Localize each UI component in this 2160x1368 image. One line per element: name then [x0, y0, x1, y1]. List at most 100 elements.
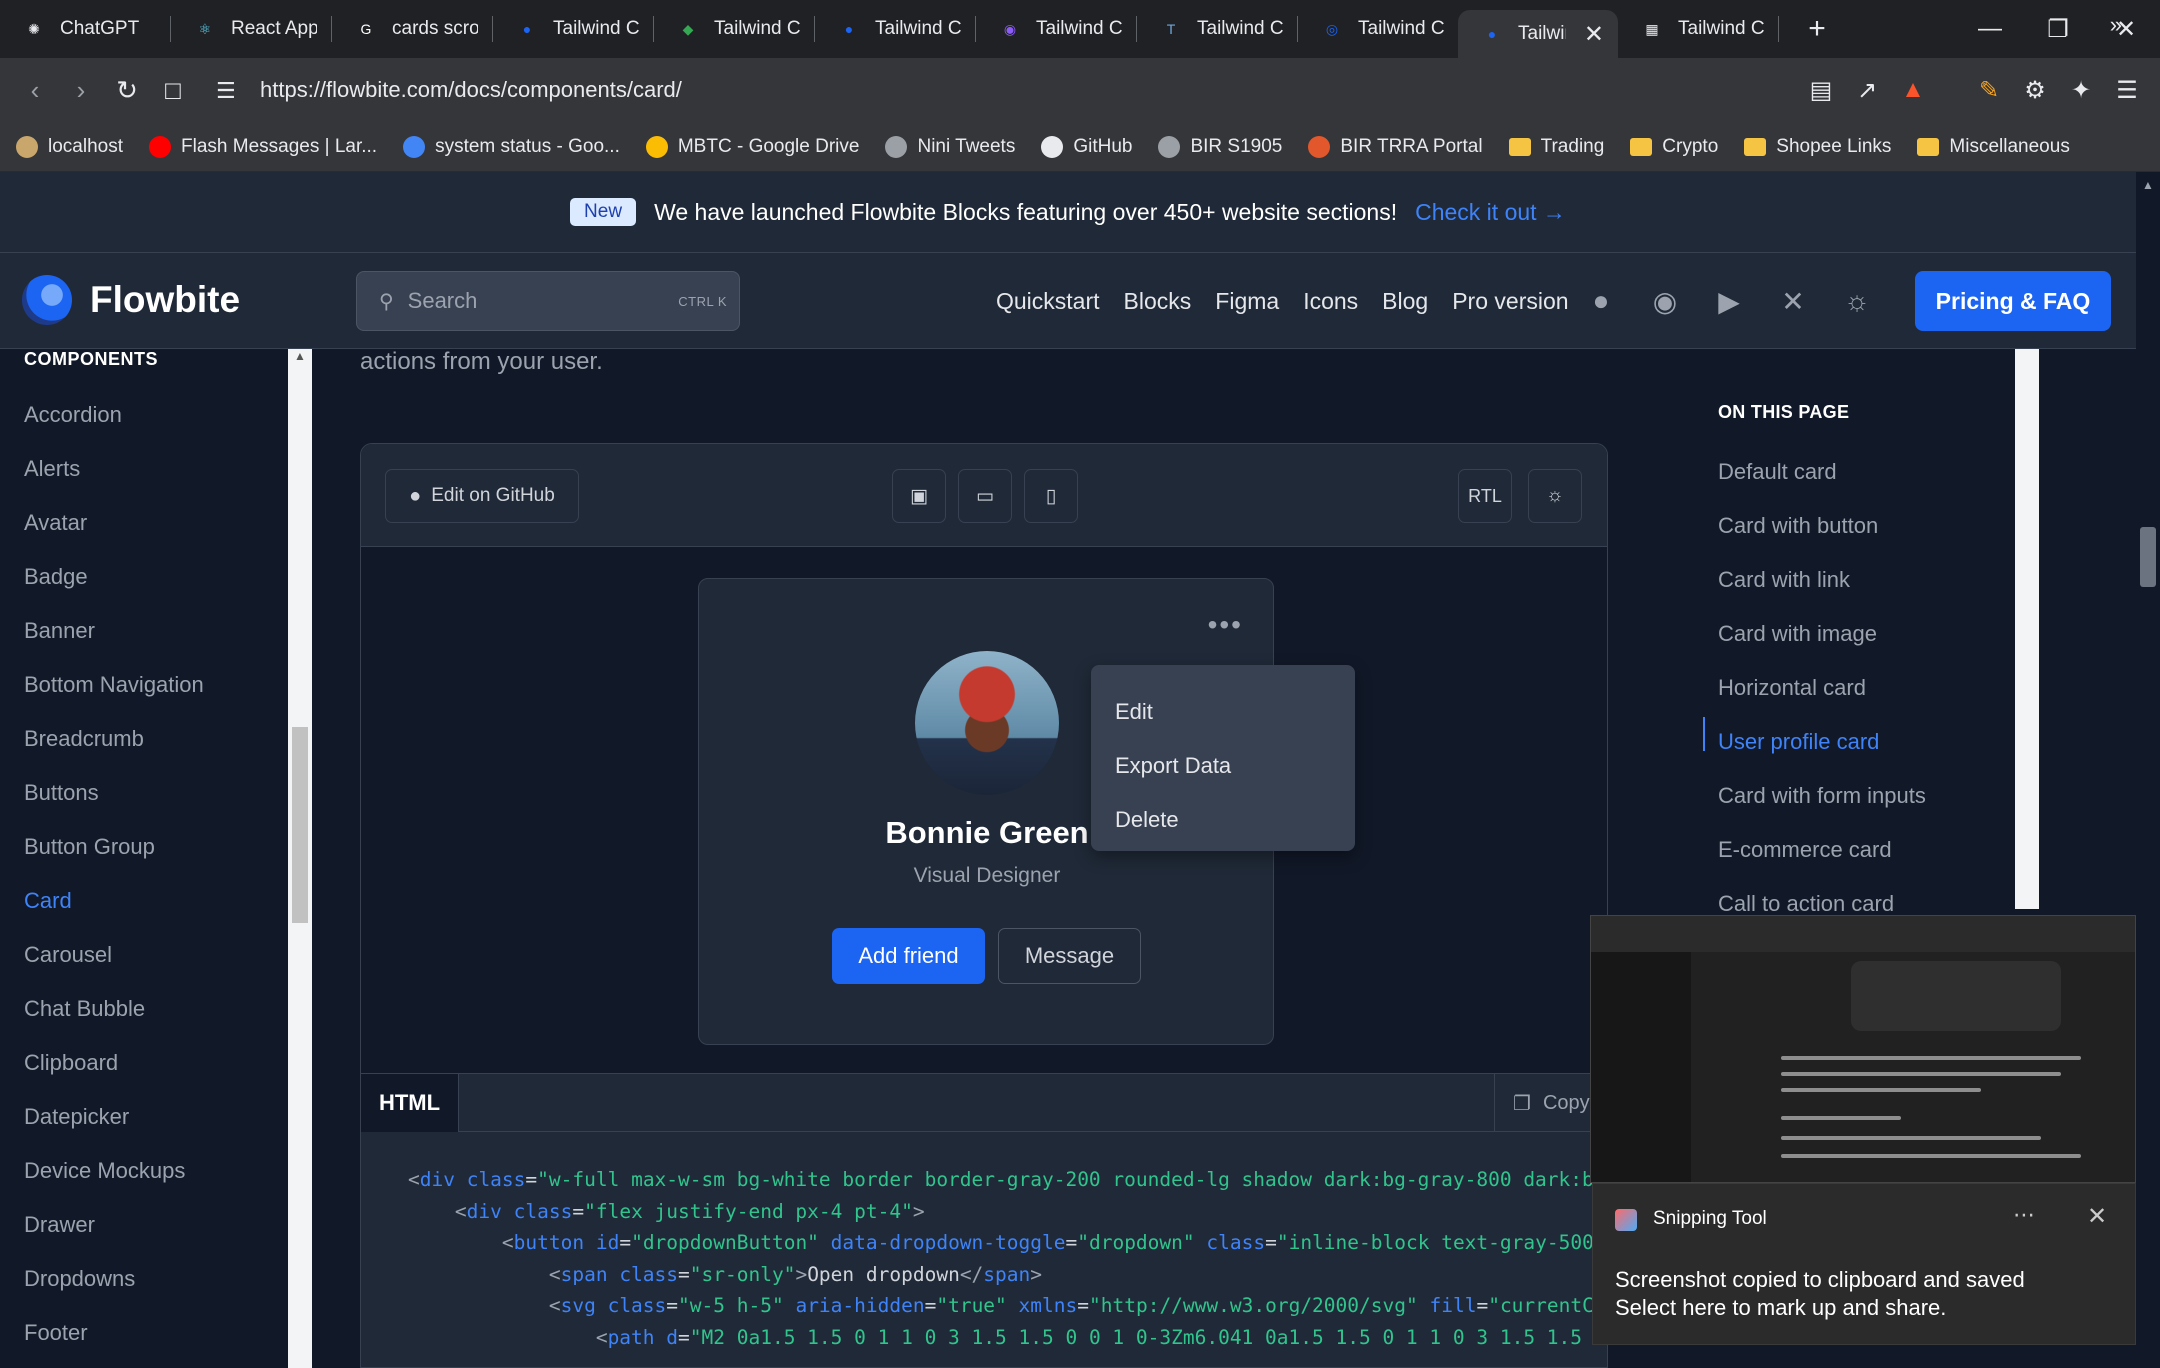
bookmark-item[interactable]: MBTC - Google Drive	[645, 135, 859, 158]
sidebar-item-banner[interactable]: Banner	[24, 604, 204, 658]
restore-icon[interactable]: ❐	[2024, 15, 2092, 44]
bookmark-item[interactable]: system status - Goo...	[403, 135, 620, 158]
toc-item-e-commerce-card[interactable]: E-commerce card	[1718, 823, 1926, 877]
browser-tab[interactable]: ● Tailwin ✕	[1458, 10, 1618, 58]
sidebar-item-card[interactable]: Card	[24, 874, 204, 928]
url-field[interactable]: https://flowbite.com/docs/components/car…	[260, 58, 682, 122]
brand-logo[interactable]: Flowbite	[22, 275, 240, 325]
close-tab-icon[interactable]: ✕	[1584, 20, 1604, 49]
browser-tab[interactable]: ● Tailwind CS	[815, 0, 975, 58]
share-icon[interactable]: ↗	[1844, 76, 1890, 105]
theme-toggle-icon[interactable]: ☼	[1836, 285, 1878, 317]
sidebar-item-alerts[interactable]: Alerts	[24, 442, 204, 496]
toc-item-card-with-image[interactable]: Card with image	[1718, 607, 1926, 661]
close-window-icon[interactable]: ✕	[2092, 15, 2160, 44]
browser-tab[interactable]: ✺ ChatGPT	[0, 0, 170, 58]
minimize-icon[interactable]: —	[1956, 15, 2024, 43]
new-tab-button[interactable]: +	[1795, 12, 1839, 46]
bookmark-item[interactable]: GitHub	[1041, 135, 1132, 158]
browser-tab[interactable]: ◉ Tailwind CS	[976, 0, 1136, 58]
bookmark-item[interactable]: localhost	[16, 135, 123, 158]
toc-item-card-with-button[interactable]: Card with button	[1718, 499, 1926, 553]
sidebar-item-footer[interactable]: Footer	[24, 1306, 204, 1360]
pen-icon[interactable]: ✎	[1966, 76, 2012, 105]
toc-scrollbar[interactable]	[2015, 349, 2039, 909]
nav-link-figma[interactable]: Figma	[1215, 288, 1279, 315]
close-icon[interactable]: ✕	[2087, 1202, 2107, 1231]
mobile-view-button[interactable]: ▯	[1024, 469, 1078, 523]
sidebar-item-buttons[interactable]: Buttons	[24, 766, 204, 820]
browser-tab[interactable]: Gcards scroll	[332, 0, 492, 58]
toc-item-card-with-form-inputs[interactable]: Card with form inputs	[1718, 769, 1926, 823]
toc-item-card-with-link[interactable]: Card with link	[1718, 553, 1926, 607]
back-icon[interactable]: ‹	[12, 75, 58, 106]
desktop-view-button[interactable]: ▣	[892, 469, 946, 523]
browser-tab[interactable]: T Tailwind CS	[1137, 0, 1297, 58]
sidebar-item-device-mockups[interactable]: Device Mockups	[24, 1144, 204, 1198]
preview-theme-button[interactable]: ☼	[1528, 469, 1582, 523]
x-icon[interactable]: ✕	[1772, 285, 1814, 318]
bookmark-item[interactable]: BIR TRRA Portal	[1308, 135, 1483, 158]
forward-icon[interactable]: ›	[58, 75, 104, 106]
bookmark-icon[interactable]: □	[150, 75, 196, 106]
scroll-up-icon[interactable]: ▲	[2142, 178, 2154, 192]
browser-tab[interactable]: ● Tailwind CS	[493, 0, 653, 58]
page-scroll-thumb[interactable]	[2140, 527, 2156, 587]
reader-icon[interactable]: ▤	[1798, 76, 1844, 105]
dropdown-item-delete[interactable]: Delete	[1091, 793, 1355, 847]
toc-item-horizontal-card[interactable]: Horizontal card	[1718, 661, 1926, 715]
sidebar-item-chat-bubble[interactable]: Chat Bubble	[24, 982, 204, 1036]
bookmark-item[interactable]: Flash Messages | Lar...	[149, 135, 377, 158]
dropdown-item-edit[interactable]: Edit	[1091, 685, 1355, 739]
nav-link-blocks[interactable]: Blocks	[1124, 288, 1192, 315]
browser-tab[interactable]: ◆ Tailwind Car	[654, 0, 814, 58]
extensions-icon[interactable]: ✦	[2058, 76, 2104, 105]
github-icon[interactable]: ●	[1580, 285, 1622, 317]
site-settings-icon[interactable]: ☰	[216, 78, 236, 104]
reload-icon[interactable]: ↻	[104, 75, 150, 106]
sidebar-item-dropdowns[interactable]: Dropdowns	[24, 1252, 204, 1306]
tablet-view-button[interactable]: ▭	[958, 469, 1012, 523]
sidebar-item-bottom-navigation[interactable]: Bottom Navigation	[24, 658, 204, 712]
page-scrollbar[interactable]: ▲	[2136, 172, 2160, 1368]
dropdown-item-export-data[interactable]: Export Data	[1091, 739, 1355, 793]
bookmark-item[interactable]: Nini Tweets	[885, 135, 1015, 158]
tab-html[interactable]: HTML	[361, 1074, 459, 1132]
sidebar-item-carousel[interactable]: Carousel	[24, 928, 204, 982]
bookmark-item[interactable]: Trading	[1508, 136, 1604, 158]
bookmark-item[interactable]: Miscellaneous	[1917, 136, 2070, 158]
rtl-button[interactable]: RTL	[1458, 469, 1512, 523]
more-options-icon[interactable]: •••	[1208, 609, 1243, 641]
bookmark-item[interactable]: Shopee Links	[1744, 136, 1891, 158]
browser-tab[interactable]: ◎ Tailwind CS	[1298, 0, 1458, 58]
discord-icon[interactable]: ◉	[1644, 285, 1686, 318]
bookmark-item[interactable]: BIR S1905	[1158, 135, 1282, 158]
bookmarks-overflow-icon[interactable]: »	[2110, 12, 2122, 38]
sidebar-item-clipboard[interactable]: Clipboard	[24, 1036, 204, 1090]
screenshot-thumbnail[interactable]	[1590, 915, 2136, 1183]
sidebar-item-accordion[interactable]: Accordion	[24, 388, 204, 442]
menu-icon[interactable]: ☰	[2104, 76, 2150, 105]
sidebar-item-drawer[interactable]: Drawer	[24, 1198, 204, 1252]
nav-link-pro-version[interactable]: Pro version	[1452, 288, 1568, 315]
bookmark-item[interactable]: Crypto	[1630, 136, 1718, 158]
sidebar-item-button-group[interactable]: Button Group	[24, 820, 204, 874]
settings-gear-icon[interactable]: ⚙	[2012, 76, 2058, 105]
pricing-button[interactable]: Pricing & FAQ	[1915, 271, 2111, 331]
more-options-icon[interactable]: ⋯	[2013, 1202, 2035, 1228]
edit-on-github-button[interactable]: ● Edit on GitHub	[385, 469, 579, 523]
sidebar-item-avatar[interactable]: Avatar	[24, 496, 204, 550]
toc-item-default-card[interactable]: Default card	[1718, 445, 1926, 499]
sidebar-item-datepicker[interactable]: Datepicker	[24, 1090, 204, 1144]
browser-tab[interactable]: ▦ Tailwind CS	[1618, 0, 1778, 58]
brave-shield-icon[interactable]: ▲	[1890, 76, 1936, 104]
youtube-icon[interactable]: ▶	[1708, 285, 1750, 318]
sidebar-scrollbar[interactable]: ▲	[288, 349, 312, 1368]
sidebar-scroll-thumb[interactable]	[292, 727, 308, 923]
message-button[interactable]: Message	[998, 928, 1141, 984]
toc-item-user-profile-card[interactable]: User profile card	[1718, 715, 1926, 769]
sidebar-item-badge[interactable]: Badge	[24, 550, 204, 604]
nav-link-quickstart[interactable]: Quickstart	[996, 288, 1100, 315]
search-input[interactable]: ⚲ Search CTRL K	[356, 271, 740, 331]
banner-link[interactable]: Check it out →	[1415, 199, 1566, 226]
